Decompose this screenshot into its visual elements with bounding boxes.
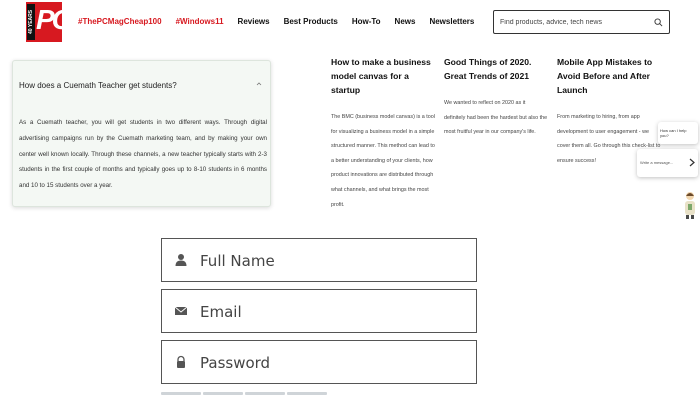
chevron-up-icon[interactable] — [256, 81, 262, 87]
email-field — [161, 289, 477, 333]
chat-avatar-icon[interactable] — [683, 190, 697, 220]
article-summary: The BMC (business model canvas) is a too… — [331, 114, 435, 208]
pcmag-logo[interactable]: 40 YEARS PC — [26, 2, 72, 42]
search-input[interactable] — [500, 18, 650, 26]
full-name-input[interactable] — [200, 249, 460, 273]
progress-segment — [245, 392, 285, 395]
chat-greeting-bubble[interactable]: How can I help you? — [658, 122, 698, 144]
progress-segment — [287, 392, 327, 395]
form-progress-bar — [161, 392, 327, 395]
article-summary: We wanted to reflect on 2020 as it defin… — [444, 100, 548, 136]
email-input[interactable] — [200, 300, 460, 324]
user-icon — [175, 254, 187, 266]
article-title[interactable]: How to make a business model canvas for … — [331, 55, 435, 97]
article-card[interactable]: Good Things of 2020. Great Trends of 202… — [444, 55, 548, 140]
article-title[interactable]: Mobile App Mistakes to Avoid Before and … — [557, 55, 661, 97]
nav-item-news[interactable]: News — [395, 17, 416, 26]
progress-segment — [203, 392, 243, 395]
password-input[interactable] — [200, 351, 460, 375]
chevron-right-icon[interactable] — [689, 158, 695, 167]
search-icon[interactable] — [654, 18, 663, 27]
lock-icon — [177, 355, 185, 368]
envelope-icon — [174, 306, 188, 315]
nav-item-best-products[interactable]: Best Products — [284, 17, 338, 26]
site-header: 40 YEARS PC #ThePCMagCheap100 #Windows11… — [0, 0, 700, 46]
nav-item-reviews[interactable]: Reviews — [238, 17, 270, 26]
nav-item-cheap100[interactable]: #ThePCMagCheap100 — [78, 17, 162, 26]
nav-item-how-to[interactable]: How-To — [352, 17, 381, 26]
faq-answer: As a Cuemath teacher, you will get stude… — [19, 119, 267, 190]
password-field — [161, 340, 477, 384]
article-title[interactable]: Good Things of 2020. Great Trends of 202… — [444, 55, 548, 83]
logo-text: PC — [36, 4, 72, 35]
nav-item-newsletters[interactable]: Newsletters — [429, 17, 474, 26]
chat-input-placeholder: Write a message... — [640, 160, 674, 165]
article-card[interactable]: How to make a business model canvas for … — [331, 55, 435, 212]
main-nav: #ThePCMagCheap100 #Windows11 Reviews Bes… — [78, 17, 474, 26]
full-name-field — [161, 238, 477, 282]
logo-years-badge: 40 YEARS — [27, 4, 35, 40]
chat-message-input[interactable]: Write a message... — [637, 149, 698, 177]
progress-segment — [161, 392, 201, 395]
faq-card: How does a Cuemath Teacher get students?… — [12, 60, 271, 207]
nav-item-windows11[interactable]: #Windows11 — [176, 17, 224, 26]
search-box — [493, 10, 670, 34]
faq-question[interactable]: How does a Cuemath Teacher get students? — [19, 81, 177, 90]
